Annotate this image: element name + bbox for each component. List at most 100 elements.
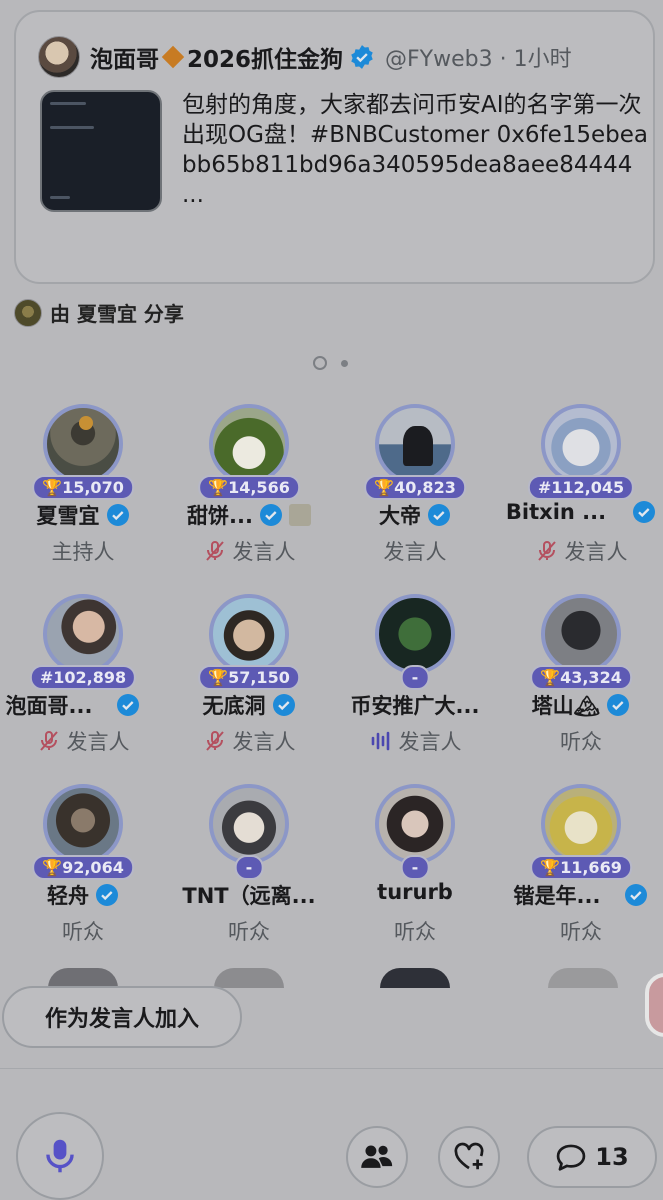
verified-badge-icon bbox=[272, 694, 295, 716]
participant-name-row: 甜饼... bbox=[166, 500, 332, 530]
page-dot bbox=[341, 359, 348, 367]
participant-role: 听众 bbox=[560, 920, 602, 944]
participant-role: 发言人 bbox=[66, 730, 130, 754]
participant-name-row: 币安推广大... bbox=[332, 690, 498, 720]
sharer-avatar[interactable] bbox=[14, 298, 42, 327]
verified-badge-icon bbox=[117, 694, 140, 716]
verified-badge-icon bbox=[625, 884, 648, 906]
score-badge: 🏆40,823 bbox=[364, 475, 466, 500]
participant-avatar bbox=[375, 404, 455, 484]
verified-badge-icon bbox=[259, 504, 282, 526]
comments-button[interactable]: 13 bbox=[527, 1126, 657, 1188]
score-badge: #102,898 bbox=[29, 665, 137, 690]
participant-role: 听众 bbox=[228, 920, 270, 944]
score-badge: 🏆92,064 bbox=[32, 855, 134, 880]
participant-name-row: 锴是年... bbox=[498, 880, 663, 910]
divider bbox=[0, 1068, 663, 1069]
participant-avatar bbox=[541, 594, 621, 674]
verified-badge-icon bbox=[106, 504, 129, 526]
participant-avatar bbox=[541, 404, 621, 484]
verified-badge-icon bbox=[633, 501, 656, 523]
participant-role-row: 发言人 bbox=[0, 726, 166, 756]
participant-name-row: 塔山🏔 bbox=[498, 690, 663, 720]
mic-muted-icon bbox=[537, 541, 556, 561]
participant-role-row: 听众 bbox=[498, 726, 663, 756]
tweet-handle-time: @FYweb3 · 1小时 bbox=[385, 47, 572, 72]
score-badge: - bbox=[400, 855, 430, 880]
participant-avatar bbox=[375, 784, 455, 864]
participant-role-row: 发言人 bbox=[166, 536, 332, 566]
participant-avatar-peek bbox=[548, 968, 618, 988]
participant-name: 夏雪宜 bbox=[36, 504, 100, 528]
participant-avatar-peek bbox=[380, 968, 450, 988]
tweet-header: 泡面哥 2026抓住金狗 @FYweb3 · 1小时 bbox=[38, 36, 572, 78]
verified-badge-icon bbox=[351, 45, 373, 69]
page-indicator bbox=[313, 356, 348, 370]
participant-role-row: 发言人 bbox=[498, 536, 663, 566]
score-badge: 🏆43,324 bbox=[530, 665, 632, 690]
participant-role: 发言人 bbox=[383, 540, 447, 564]
participant-role-row: 主持人 bbox=[0, 536, 166, 566]
tweet-media-thumbnail[interactable] bbox=[40, 90, 162, 212]
score-badge: #112,045 bbox=[527, 475, 635, 500]
affiliate-icon bbox=[288, 504, 311, 526]
participant-role-row: 听众 bbox=[0, 916, 166, 946]
comment-bubble-icon bbox=[557, 1144, 586, 1171]
participant-name: 塔山🏔 bbox=[531, 694, 601, 718]
reaction-button[interactable] bbox=[438, 1126, 500, 1188]
quoted-tweet-card[interactable]: 泡面哥 2026抓住金狗 @FYweb3 · 1小时 包射的角度，大家都去问币安… bbox=[14, 10, 655, 284]
participant-role-row: 听众 bbox=[332, 916, 498, 946]
participant-role: 听众 bbox=[560, 730, 602, 754]
score-badge: - bbox=[234, 855, 264, 880]
participant-avatar bbox=[43, 784, 123, 864]
participant-name: 泡面哥... bbox=[5, 694, 93, 718]
tweet-author-suffix: 2026抓住金狗 bbox=[187, 47, 344, 73]
floating-reaction-bubble[interactable] bbox=[645, 973, 663, 1037]
participant-name-row: 泡面哥... bbox=[0, 690, 156, 720]
participant-role: 发言人 bbox=[232, 730, 296, 754]
participant-name-row: tururb bbox=[332, 880, 498, 904]
participants-button[interactable] bbox=[346, 1126, 408, 1188]
participant-role-row: 听众 bbox=[166, 916, 332, 946]
mic-muted-icon bbox=[39, 731, 58, 751]
microphone-icon bbox=[46, 1139, 74, 1173]
participant-avatar bbox=[209, 404, 289, 484]
participant-role: 发言人 bbox=[232, 540, 296, 564]
participant-name: 轻舟 bbox=[47, 884, 89, 908]
participant-name: 锴是年... bbox=[513, 884, 601, 908]
mic-muted-icon bbox=[205, 541, 224, 561]
participant-name: 大帝 bbox=[379, 504, 421, 528]
microphone-button[interactable] bbox=[16, 1112, 104, 1200]
participant-name: TNT（远离... bbox=[182, 884, 316, 908]
participant-avatar-peek bbox=[48, 968, 118, 988]
tweet-text: 包射的角度，大家都去问币安AI的名字第一次出现OG盘！#BNBCustomer … bbox=[182, 92, 648, 208]
tweet-author-avatar[interactable] bbox=[38, 36, 80, 78]
participant-role-row: 发言人 bbox=[332, 536, 498, 566]
mic-muted-icon bbox=[205, 731, 224, 751]
comments-count: 13 bbox=[595, 1143, 629, 1171]
participant-role: 主持人 bbox=[51, 540, 115, 564]
tweet-author-name[interactable]: 泡面哥 bbox=[90, 40, 159, 74]
participant-role: 听众 bbox=[62, 920, 104, 944]
participant-name: Bitxin ... bbox=[505, 500, 607, 524]
shared-by-row: 由 夏雪宜 分享 bbox=[14, 298, 184, 327]
participant-avatar bbox=[209, 594, 289, 674]
heart-plus-icon bbox=[454, 1142, 484, 1170]
score-badge: 🏆11,669 bbox=[530, 855, 632, 880]
diamond-icon bbox=[161, 45, 185, 69]
participant-name-row: 无底洞 bbox=[166, 690, 332, 720]
score-badge: 🏆57,150 bbox=[198, 665, 300, 690]
participant-avatar bbox=[375, 594, 455, 674]
participant-name: tururb bbox=[377, 880, 453, 904]
participant-name: 币安推广大... bbox=[350, 694, 480, 718]
participant-role-row: 发言人 bbox=[166, 726, 332, 756]
score-badge: 🏆15,070 bbox=[32, 475, 134, 500]
participant-name-row: Bitxin ... bbox=[498, 500, 663, 524]
participant-role: 发言人 bbox=[398, 730, 462, 754]
participant-name-row: 大帝 bbox=[332, 500, 498, 530]
participant-avatar bbox=[209, 784, 289, 864]
participant-name: 无底洞 bbox=[202, 694, 266, 718]
participant-name-row: 轻舟 bbox=[0, 880, 166, 910]
join-as-speaker-button[interactable]: 作为发言人加入 bbox=[2, 986, 242, 1048]
shared-by-text: 由 夏雪宜 分享 bbox=[50, 302, 184, 326]
